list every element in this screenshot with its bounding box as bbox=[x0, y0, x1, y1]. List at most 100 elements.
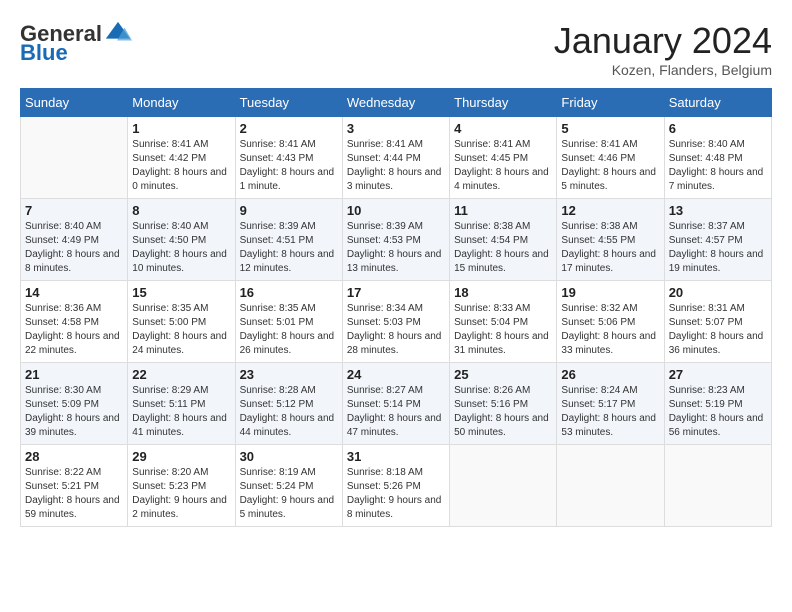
header-wednesday: Wednesday bbox=[342, 89, 449, 117]
day-info: Sunrise: 8:31 AM Sunset: 5:07 PM Dayligh… bbox=[669, 302, 767, 358]
day-info: Sunrise: 8:32 AM Sunset: 5:06 PM Dayligh… bbox=[561, 302, 659, 358]
day-cell: 1 Sunrise: 8:41 AM Sunset: 4:42 PM Daylig… bbox=[128, 117, 235, 199]
day-info: Sunrise: 8:29 AM Sunset: 5:11 PM Dayligh… bbox=[132, 384, 230, 440]
day-cell: 25Sunrise: 8:26 AM Sunset: 5:16 PM Dayli… bbox=[450, 363, 557, 445]
day-info: Sunrise: 8:37 AM Sunset: 4:57 PM Dayligh… bbox=[669, 220, 767, 276]
day-number: 14 bbox=[25, 285, 123, 300]
page-header: General Blue January 2024 Kozen, Flander… bbox=[20, 20, 772, 78]
day-cell: 10Sunrise: 8:39 AM Sunset: 4:53 PM Dayli… bbox=[342, 199, 449, 281]
day-cell bbox=[664, 445, 771, 527]
day-info: Sunrise: 8:34 AM Sunset: 5:03 PM Dayligh… bbox=[347, 302, 445, 358]
weekday-header-row: Sunday Monday Tuesday Wednesday Thursday… bbox=[21, 89, 772, 117]
day-info: Sunrise: 8:38 AM Sunset: 4:54 PM Dayligh… bbox=[454, 220, 552, 276]
day-info: Sunrise: 8:39 AM Sunset: 4:53 PM Dayligh… bbox=[347, 220, 445, 276]
day-number: 28 bbox=[25, 449, 123, 464]
day-info: Sunrise: 8:40 AM Sunset: 4:49 PM Dayligh… bbox=[25, 220, 123, 276]
day-number: 12 bbox=[561, 203, 659, 218]
day-cell: 24 Sunrise: 8:27 AM Sunset: 5:14 PM Dayli… bbox=[342, 363, 449, 445]
day-number: 3 bbox=[347, 121, 445, 136]
month-title: January 2024 bbox=[554, 20, 772, 62]
day-cell: 22 Sunrise: 8:29 AM Sunset: 5:11 PM Dayli… bbox=[128, 363, 235, 445]
day-info: Sunrise: 8:30 AM Sunset: 5:09 PM Dayligh… bbox=[25, 384, 123, 440]
day-info: Sunrise: 8:19 AM Sunset: 5:24 PM Dayligh… bbox=[240, 466, 338, 522]
day-cell: 26 Sunrise: 8:24 AM Sunset: 5:17 PM Dayli… bbox=[557, 363, 664, 445]
day-cell: 12 Sunrise: 8:38 AM Sunset: 4:55 PM Dayli… bbox=[557, 199, 664, 281]
logo-icon bbox=[104, 20, 132, 48]
day-cell: 5Sunrise: 8:41 AM Sunset: 4:46 PM Daylig… bbox=[557, 117, 664, 199]
day-cell: 31 Sunrise: 8:18 AM Sunset: 5:26 PM Dayli… bbox=[342, 445, 449, 527]
day-number: 29 bbox=[132, 449, 230, 464]
day-cell bbox=[450, 445, 557, 527]
day-number: 4 bbox=[454, 121, 552, 136]
day-info: Sunrise: 8:41 AM Sunset: 4:44 PM Dayligh… bbox=[347, 138, 445, 194]
title-area: January 2024 Kozen, Flanders, Belgium bbox=[554, 20, 772, 78]
day-number: 21 bbox=[25, 367, 123, 382]
day-number: 23 bbox=[240, 367, 338, 382]
day-info: Sunrise: 8:27 AM Sunset: 5:14 PM Dayligh… bbox=[347, 384, 445, 440]
day-cell: 17 Sunrise: 8:34 AM Sunset: 5:03 PM Dayli… bbox=[342, 281, 449, 363]
day-cell: 28 Sunrise: 8:22 AM Sunset: 5:21 PM Dayli… bbox=[21, 445, 128, 527]
logo: General Blue bbox=[20, 20, 132, 66]
header-sunday: Sunday bbox=[21, 89, 128, 117]
day-cell: 3 Sunrise: 8:41 AM Sunset: 4:44 PM Daylig… bbox=[342, 117, 449, 199]
day-info: Sunrise: 8:38 AM Sunset: 4:55 PM Dayligh… bbox=[561, 220, 659, 276]
day-number: 18 bbox=[454, 285, 552, 300]
week-row-3: 21 Sunrise: 8:30 AM Sunset: 5:09 PM Dayli… bbox=[21, 363, 772, 445]
day-info: Sunrise: 8:41 AM Sunset: 4:43 PM Dayligh… bbox=[240, 138, 338, 194]
day-number: 16 bbox=[240, 285, 338, 300]
day-number: 20 bbox=[669, 285, 767, 300]
day-number: 15 bbox=[132, 285, 230, 300]
day-cell: 13 Sunrise: 8:37 AM Sunset: 4:57 PM Dayli… bbox=[664, 199, 771, 281]
day-number: 31 bbox=[347, 449, 445, 464]
day-cell: 21 Sunrise: 8:30 AM Sunset: 5:09 PM Dayli… bbox=[21, 363, 128, 445]
week-row-1: 7 Sunrise: 8:40 AM Sunset: 4:49 PM Daylig… bbox=[21, 199, 772, 281]
day-number: 27 bbox=[669, 367, 767, 382]
day-info: Sunrise: 8:18 AM Sunset: 5:26 PM Dayligh… bbox=[347, 466, 445, 522]
day-number: 24 bbox=[347, 367, 445, 382]
day-cell bbox=[557, 445, 664, 527]
header-thursday: Thursday bbox=[450, 89, 557, 117]
day-cell: 15 Sunrise: 8:35 AM Sunset: 5:00 PM Dayli… bbox=[128, 281, 235, 363]
day-cell: 27 Sunrise: 8:23 AM Sunset: 5:19 PM Dayli… bbox=[664, 363, 771, 445]
day-cell: 19Sunrise: 8:32 AM Sunset: 5:06 PM Dayli… bbox=[557, 281, 664, 363]
day-number: 13 bbox=[669, 203, 767, 218]
header-monday: Monday bbox=[128, 89, 235, 117]
day-number: 22 bbox=[132, 367, 230, 382]
day-number: 7 bbox=[25, 203, 123, 218]
day-cell: 30 Sunrise: 8:19 AM Sunset: 5:24 PM Dayli… bbox=[235, 445, 342, 527]
header-friday: Friday bbox=[557, 89, 664, 117]
header-tuesday: Tuesday bbox=[235, 89, 342, 117]
location: Kozen, Flanders, Belgium bbox=[554, 62, 772, 78]
day-info: Sunrise: 8:22 AM Sunset: 5:21 PM Dayligh… bbox=[25, 466, 123, 522]
week-row-0: 1 Sunrise: 8:41 AM Sunset: 4:42 PM Daylig… bbox=[21, 117, 772, 199]
logo-blue: Blue bbox=[20, 40, 68, 66]
day-number: 26 bbox=[561, 367, 659, 382]
day-info: Sunrise: 8:23 AM Sunset: 5:19 PM Dayligh… bbox=[669, 384, 767, 440]
week-row-2: 14 Sunrise: 8:36 AM Sunset: 4:58 PM Dayli… bbox=[21, 281, 772, 363]
day-info: Sunrise: 8:41 AM Sunset: 4:42 PM Dayligh… bbox=[132, 138, 230, 194]
day-number: 8 bbox=[132, 203, 230, 218]
day-cell: 16 Sunrise: 8:35 AM Sunset: 5:01 PM Dayli… bbox=[235, 281, 342, 363]
day-info: Sunrise: 8:35 AM Sunset: 5:01 PM Dayligh… bbox=[240, 302, 338, 358]
day-number: 5 bbox=[561, 121, 659, 136]
day-info: Sunrise: 8:39 AM Sunset: 4:51 PM Dayligh… bbox=[240, 220, 338, 276]
day-cell: 7 Sunrise: 8:40 AM Sunset: 4:49 PM Daylig… bbox=[21, 199, 128, 281]
day-cell: 20 Sunrise: 8:31 AM Sunset: 5:07 PM Dayli… bbox=[664, 281, 771, 363]
day-number: 30 bbox=[240, 449, 338, 464]
day-info: Sunrise: 8:20 AM Sunset: 5:23 PM Dayligh… bbox=[132, 466, 230, 522]
day-cell: 8Sunrise: 8:40 AM Sunset: 4:50 PM Daylig… bbox=[128, 199, 235, 281]
day-number: 9 bbox=[240, 203, 338, 218]
day-info: Sunrise: 8:24 AM Sunset: 5:17 PM Dayligh… bbox=[561, 384, 659, 440]
day-info: Sunrise: 8:35 AM Sunset: 5:00 PM Dayligh… bbox=[132, 302, 230, 358]
day-number: 2 bbox=[240, 121, 338, 136]
day-cell: 14 Sunrise: 8:36 AM Sunset: 4:58 PM Dayli… bbox=[21, 281, 128, 363]
day-number: 1 bbox=[132, 121, 230, 136]
day-info: Sunrise: 8:33 AM Sunset: 5:04 PM Dayligh… bbox=[454, 302, 552, 358]
day-info: Sunrise: 8:36 AM Sunset: 4:58 PM Dayligh… bbox=[25, 302, 123, 358]
day-number: 17 bbox=[347, 285, 445, 300]
header-saturday: Saturday bbox=[664, 89, 771, 117]
day-cell: 4Sunrise: 8:41 AM Sunset: 4:45 PM Daylig… bbox=[450, 117, 557, 199]
day-number: 6 bbox=[669, 121, 767, 136]
day-number: 11 bbox=[454, 203, 552, 218]
day-cell: 11 Sunrise: 8:38 AM Sunset: 4:54 PM Dayli… bbox=[450, 199, 557, 281]
